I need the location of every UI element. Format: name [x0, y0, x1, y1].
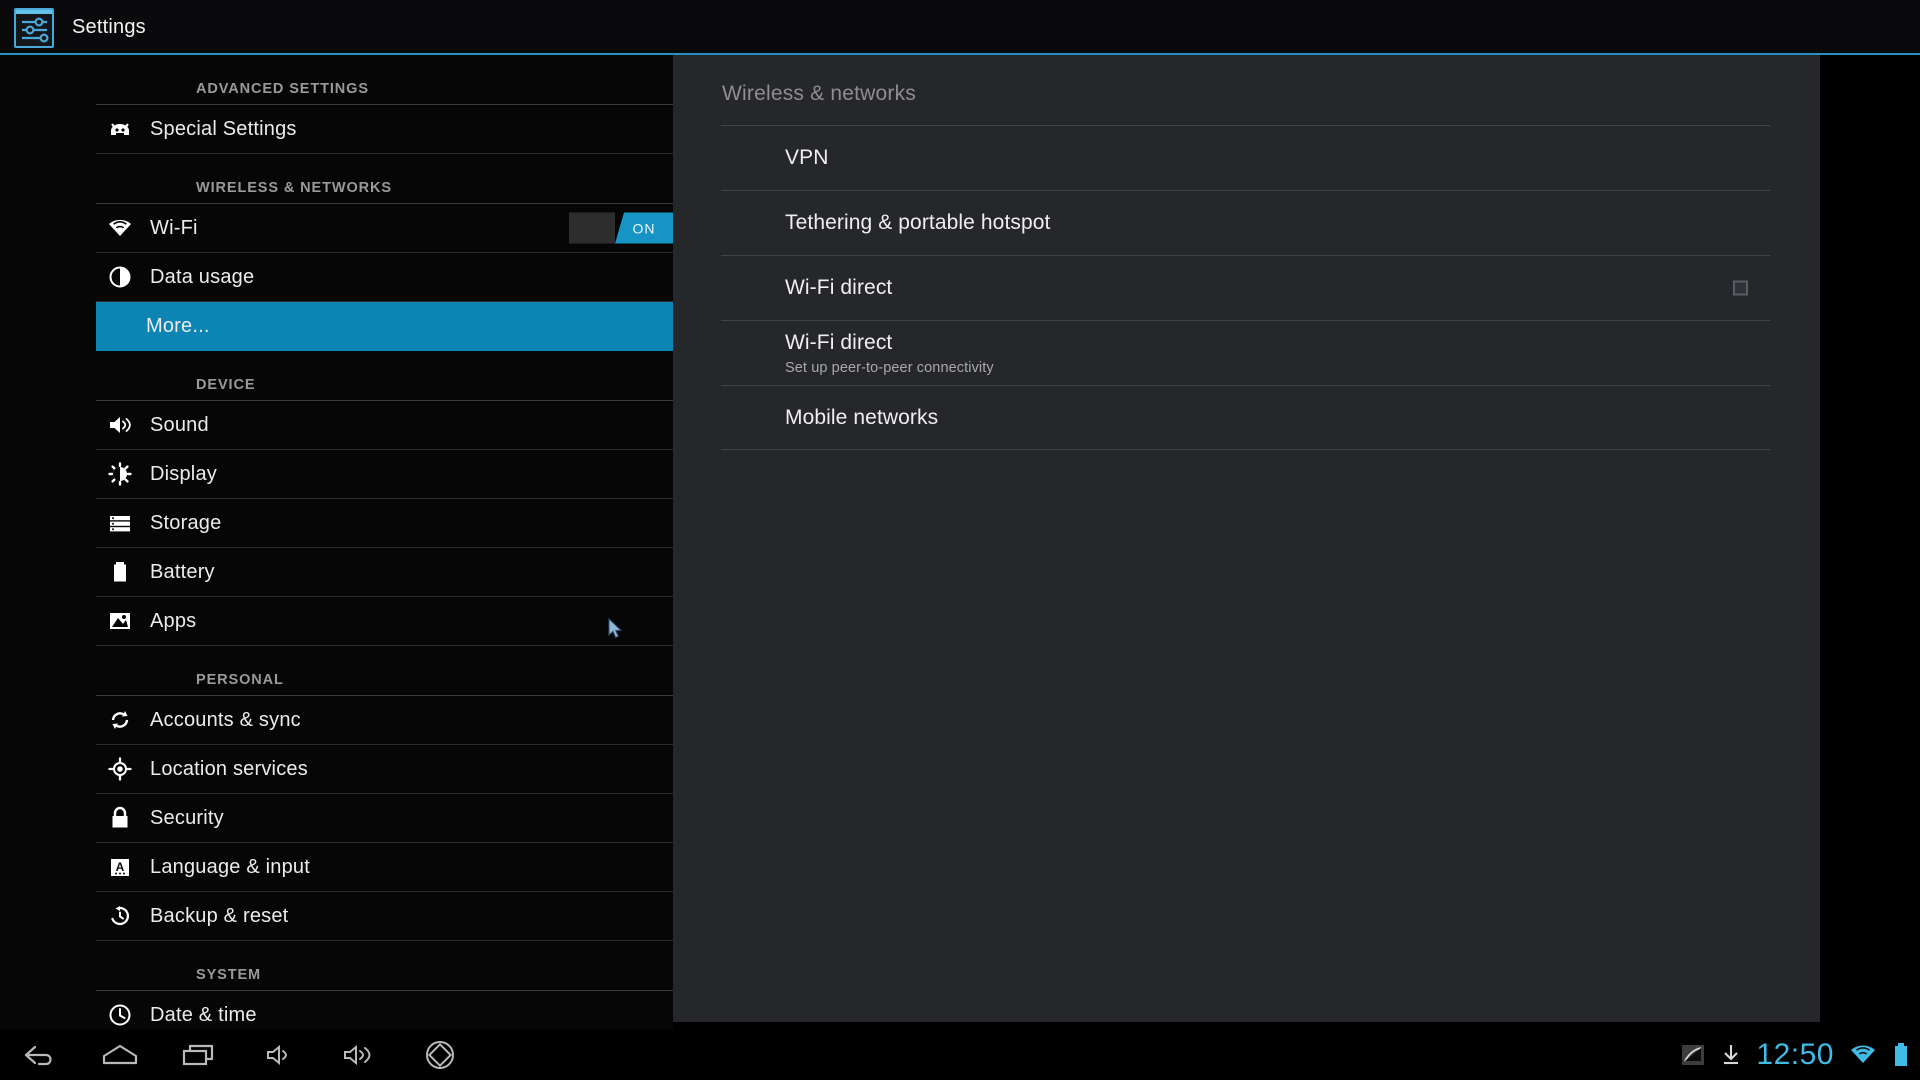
mouse-cursor: [608, 618, 623, 639]
sidebar-item-security[interactable]: Security: [96, 794, 673, 843]
keyboard-letter-a-icon: A: [100, 852, 140, 882]
toggle-label-on: ON: [615, 212, 673, 244]
storage-stack-icon: [100, 508, 140, 538]
sidebar-section-header: DEVICE: [96, 367, 673, 401]
screenshot-capture-icon[interactable]: [1680, 1042, 1706, 1068]
sidebar-section: SYSTEM: [0, 941, 673, 991]
recents-icon[interactable]: [160, 1029, 240, 1080]
sidebar-item-more[interactable]: More...: [96, 302, 673, 351]
sidebar-section: PERSONAL: [0, 646, 673, 696]
list-item-mobile-networks-4[interactable]: Mobile networks: [721, 385, 1770, 450]
svg-text:A: A: [116, 860, 125, 874]
sidebar-item-label: Location services: [150, 757, 308, 780]
list-item-title: Mobile networks: [785, 405, 939, 429]
sidebar-item-location-services[interactable]: Location services: [96, 745, 673, 794]
sidebar-item-label: Storage: [150, 511, 222, 534]
location-target-icon: [100, 754, 140, 784]
wifi-signal-icon[interactable]: [1848, 1042, 1878, 1068]
volume-down-icon[interactable]: [240, 1029, 320, 1080]
status-clock: 12:50: [1756, 1037, 1834, 1071]
sidebar-item-apps[interactable]: Apps: [96, 597, 673, 646]
sidebar-item-label: Accounts & sync: [150, 708, 301, 731]
detail-panel: Wireless & networks VPN Tethering & port…: [673, 55, 1820, 1022]
sidebar-item-label: Apps: [150, 609, 197, 632]
sidebar-item-label: Display: [150, 462, 217, 485]
list-item-title: Tethering & portable hotspot: [785, 211, 1051, 234]
sidebar-item-label: Sound: [150, 413, 209, 436]
sidebar-item-sound[interactable]: Sound: [96, 401, 673, 450]
sidebar-item-label: Date & time: [150, 1003, 257, 1026]
volume-up-icon[interactable]: [320, 1029, 400, 1080]
sidebar-item-label: More...: [146, 314, 210, 337]
list-item-texts: VPN: [785, 146, 828, 170]
title-bar: Settings: [0, 0, 1920, 55]
sidebar-item-label: Battery: [150, 560, 215, 583]
sidebar-item-date-time[interactable]: Date & time: [96, 991, 673, 1029]
brightness-icon: [100, 459, 140, 489]
list-item-texts: Wi-Fi direct: [785, 276, 892, 300]
settings-sliders-icon: [14, 7, 54, 48]
nav-button-group: [0, 1029, 480, 1080]
sidebar-section-header: ADVANCED SETTINGS: [96, 71, 673, 105]
list-item-wi-fi-direct-2[interactable]: Wi-Fi direct: [721, 255, 1770, 320]
list-item-title: Wi-Fi direct: [785, 276, 893, 299]
sidebar-item-label: Data usage: [150, 265, 255, 288]
pie-chart-icon: [100, 262, 140, 292]
list-item-subtitle: Set up peer-to-peer connectivity: [785, 359, 994, 376]
sidebar-item-battery[interactable]: Battery: [96, 548, 673, 597]
sidebar-section: WIRELESS & NETWORKS: [0, 154, 673, 204]
sync-arrows-icon: [100, 705, 140, 735]
list-item-tethering-portable-hotspot-1[interactable]: Tethering & portable hotspot: [721, 190, 1770, 255]
battery-icon: [100, 557, 140, 587]
restore-clock-icon: [100, 901, 140, 931]
sidebar-item-label: Language & input: [150, 855, 311, 878]
sidebar-item-label: Wi-Fi: [150, 216, 198, 239]
sidebar-item-display[interactable]: Display: [96, 450, 673, 499]
list-item-title: VPN: [785, 146, 829, 169]
list-item-texts: Tethering & portable hotspot: [785, 211, 1050, 235]
wifi-icon: [100, 213, 140, 243]
sidebar-section-header: SYSTEM: [96, 957, 673, 991]
battery-full-icon[interactable]: [1892, 1041, 1910, 1069]
sidebar-section-header: WIRELESS & NETWORKS: [96, 170, 673, 204]
sidebar-section: ADVANCED SETTINGS: [0, 55, 673, 105]
speaker-icon: [100, 410, 140, 440]
screenshot-circle-icon[interactable]: [400, 1029, 480, 1080]
download-arrow-icon[interactable]: [1720, 1042, 1742, 1068]
robot-face-icon: [100, 114, 140, 144]
home-icon[interactable]: [80, 1029, 160, 1080]
lock-icon: [100, 803, 140, 833]
sidebar-item-backup-reset[interactable]: Backup & reset: [96, 892, 673, 941]
detail-panel-list[interactable]: VPN Tethering & portable hotspot Wi-Fi d…: [721, 125, 1770, 450]
list-item-title: Wi-Fi direct: [785, 330, 893, 354]
sidebar-item-label: Backup & reset: [150, 904, 289, 927]
wifi-direct-checkbox[interactable]: [1733, 280, 1748, 296]
system-navigation-bar: 12:50: [0, 1029, 1920, 1080]
sidebar-item-label: Security: [150, 806, 224, 829]
body-area: ADVANCED SETTINGS Special Settings WIREL…: [0, 55, 1920, 1029]
list-item-vpn-0[interactable]: VPN: [721, 125, 1770, 190]
toggle-track-off: [569, 212, 615, 244]
sidebar-item-accounts-sync[interactable]: Accounts & sync: [96, 696, 673, 745]
settings-sidebar[interactable]: ADVANCED SETTINGS Special Settings WIREL…: [0, 55, 673, 1029]
apps-icon: [100, 606, 140, 636]
sidebar-item-data-usage[interactable]: Data usage: [96, 253, 673, 302]
sidebar-section: DEVICE: [0, 351, 673, 401]
detail-panel-header: Wireless & networks: [722, 82, 917, 105]
clock-icon: [100, 1000, 140, 1029]
android-settings-screen: Settings ADVANCED SETTINGS Special Setti…: [0, 0, 1920, 1080]
sidebar-item-label: Special Settings: [150, 117, 297, 140]
list-item-wi-fi-direct-3[interactable]: Wi-Fi direct Set up peer-to-peer connect…: [721, 320, 1770, 385]
back-icon[interactable]: [0, 1029, 80, 1080]
list-item-texts: Wi-Fi direct Set up peer-to-peer connect…: [785, 331, 994, 376]
sidebar-item-language-input[interactable]: A Language & input: [96, 843, 673, 892]
sidebar-section-header: PERSONAL: [96, 662, 673, 696]
wifi-toggle-switch[interactable]: ON: [569, 212, 673, 244]
sidebar-item-storage[interactable]: Storage: [96, 499, 673, 548]
sidebar-item-special-settings[interactable]: Special Settings: [96, 105, 673, 154]
status-bar[interactable]: 12:50: [1680, 1029, 1910, 1080]
app-title: Settings: [72, 16, 146, 38]
list-item-texts: Mobile networks: [785, 406, 938, 430]
sidebar-item-wi-fi[interactable]: Wi-Fi ON: [96, 204, 673, 253]
